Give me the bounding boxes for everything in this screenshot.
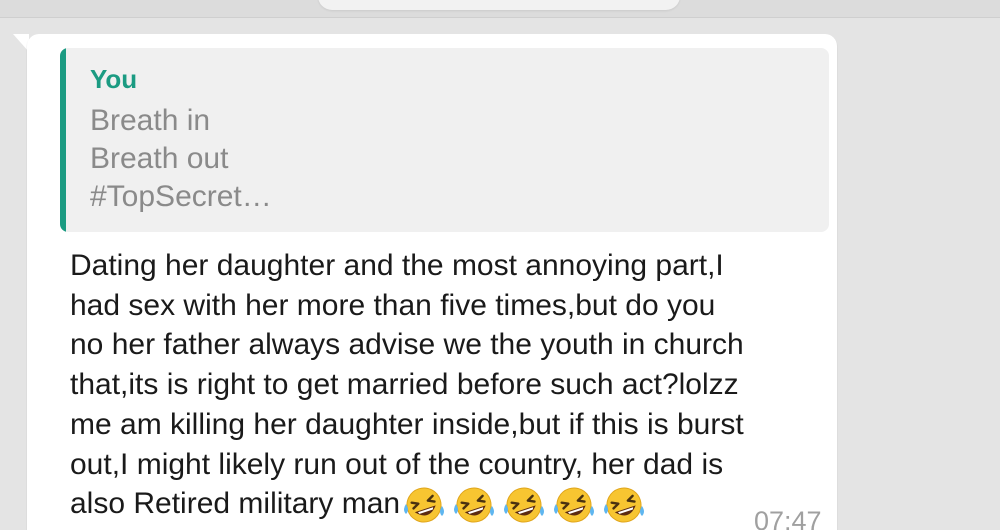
quote-text: Breath in Breath out #TopSecret… bbox=[90, 102, 272, 216]
message-line: also Retired military man bbox=[70, 487, 401, 521]
message-last-line: also Retired military man bbox=[70, 484, 830, 526]
message-line: me am killing her daughter inside,but if… bbox=[70, 407, 744, 441]
message-line: out,I might likely run out of the countr… bbox=[70, 447, 724, 481]
quote-line: Breath in bbox=[90, 104, 211, 137]
quote-author: You bbox=[90, 64, 138, 94]
message-line: that,its is right to get married before … bbox=[70, 368, 739, 402]
quote-accent-bar bbox=[60, 48, 66, 232]
quote-line: #TopSecret… bbox=[90, 180, 272, 213]
message-bubble[interactable]: You Breath in Breath out #TopSecret… Dat… bbox=[27, 34, 837, 530]
rolling-on-floor-laughing-icon bbox=[554, 487, 595, 523]
message-text: Dating her daughter and the most annoyin… bbox=[70, 246, 830, 526]
top-bar bbox=[0, 0, 1000, 18]
message-line: had sex with her more than five times,bu… bbox=[70, 288, 716, 322]
date-pill bbox=[318, 0, 680, 10]
rolling-on-floor-laughing-icon bbox=[404, 487, 445, 523]
rolling-on-floor-laughing-icon bbox=[604, 487, 645, 523]
quoted-message[interactable]: You Breath in Breath out #TopSecret… bbox=[60, 48, 829, 232]
emoji-row bbox=[401, 484, 651, 526]
rolling-on-floor-laughing-icon bbox=[454, 487, 495, 523]
message-timestamp: 07:47 bbox=[754, 506, 822, 530]
message-line: no her father always advise we the youth… bbox=[70, 328, 744, 362]
message-line: Dating her daughter and the most annoyin… bbox=[70, 249, 724, 282]
rolling-on-floor-laughing-icon bbox=[504, 487, 545, 523]
quote-line: Breath out bbox=[90, 142, 229, 175]
